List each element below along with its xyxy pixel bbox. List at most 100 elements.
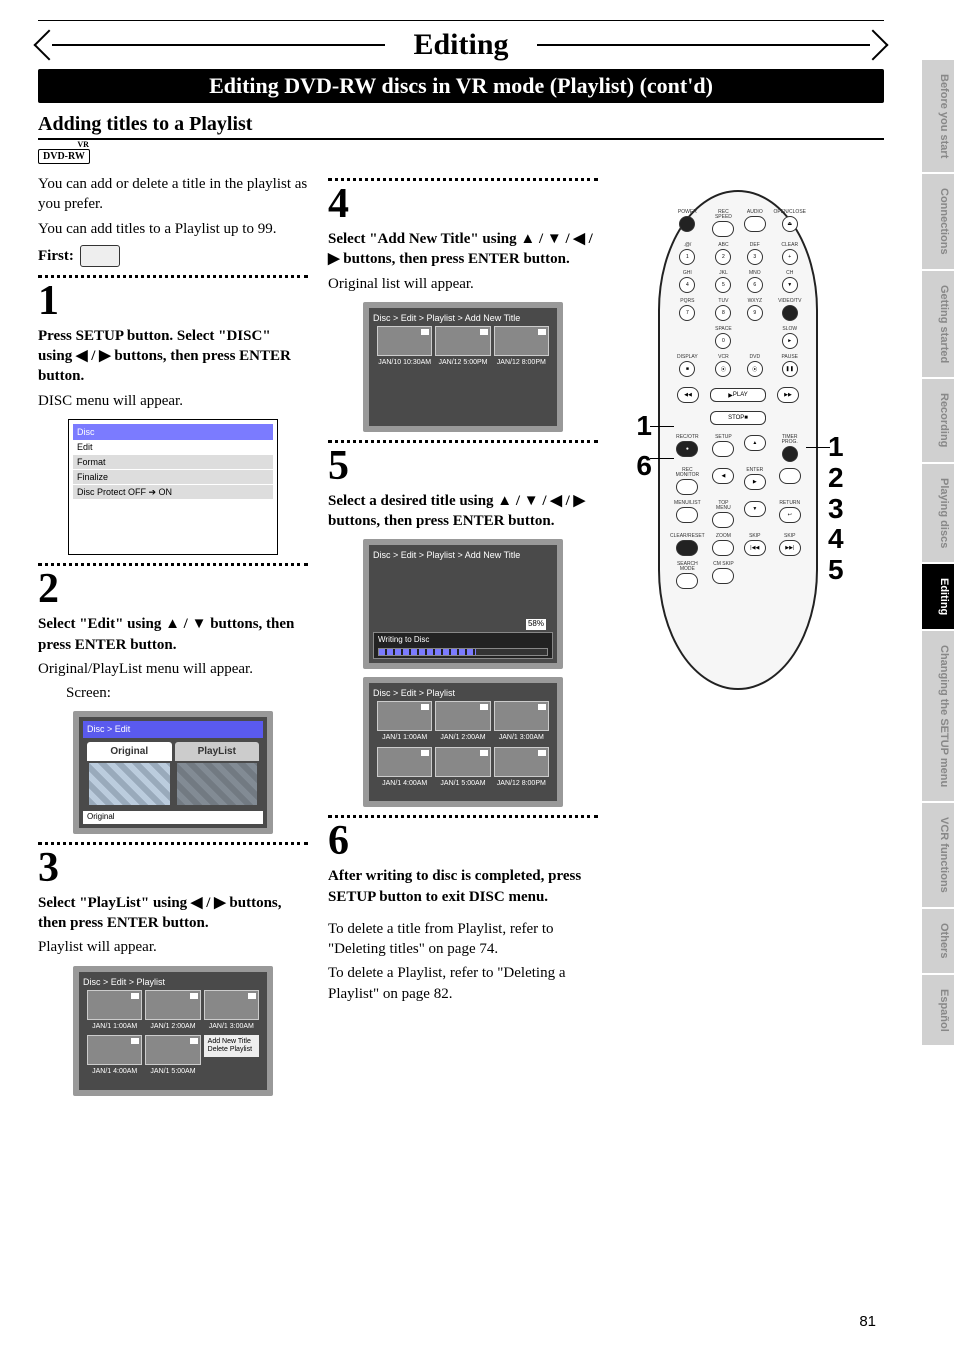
ffwd-button: ▶▶ — [777, 387, 799, 403]
callout-right-3: 3 — [828, 494, 860, 525]
rec-monitor-button — [676, 479, 698, 495]
step-2-body: Original/PlayList menu will appear. — [38, 659, 308, 679]
step-5-head: Select a desired title using ▲ / ▼ / ◀ /… — [328, 493, 585, 529]
writing-pct: 58% — [526, 619, 546, 630]
arrow-right-button — [779, 468, 801, 484]
dvd-button: ⦿ — [747, 361, 763, 377]
osd-disc-item: Disc Protect OFF ➔ ON — [73, 485, 273, 500]
step-4-body: Original list will appear. — [328, 274, 598, 294]
callout-right-4: 4 — [828, 524, 860, 555]
arrow-down-button: ▼ — [744, 501, 766, 517]
remote-control-diagram: 1 6 1 2 3 4 5 POWER REC SP — [658, 190, 818, 690]
step-3-number: 3 — [38, 847, 308, 889]
osd-playlist-screen: Disc > Edit > Playlist JAN/1 1:00AM JAN/… — [73, 966, 273, 1096]
osd-disc-title: Disc — [73, 424, 273, 440]
step-6-body1: To delete a title from Playlist, refer t… — [328, 919, 598, 960]
chapter-header: Editing — [38, 21, 884, 69]
osd-disc-menu: Disc Edit Format Finalize Disc Protect O… — [68, 419, 278, 556]
osd-edit-bread: Disc > Edit — [83, 721, 263, 737]
ch-down-button: ▼ — [782, 277, 798, 293]
side-nav-tabs: Before you start Connections Getting sta… — [922, 60, 954, 1047]
tab-playing-discs[interactable]: Playing discs — [922, 464, 954, 562]
num-7-button: 7 — [679, 305, 695, 321]
step-3-body: Playlist will appear. — [38, 937, 308, 957]
play-button: ▶ PLAY — [710, 388, 766, 402]
step-4-number: 4 — [328, 183, 598, 225]
chevron-left-icon — [33, 29, 64, 60]
display-button: ■ — [679, 361, 695, 377]
step-3-head: Select "PlayList" using ◀ / ▶ buttons, t… — [38, 895, 282, 931]
stop-button: STOP ■ — [710, 411, 766, 425]
rec-otr-button: ● — [676, 441, 698, 457]
dotted-separator — [328, 178, 598, 181]
dotted-separator — [38, 275, 308, 278]
num-1-button: 1 — [679, 249, 695, 265]
open-close-button: ⏏ — [782, 216, 798, 232]
intro-p1: You can add or delete a title in the pla… — [38, 174, 308, 215]
rec-speed-button — [712, 221, 734, 237]
num-0-button: 0 — [715, 333, 731, 349]
dotted-separator — [328, 815, 598, 818]
search-mode-button — [676, 573, 698, 589]
tab-espanol[interactable]: Español — [922, 975, 954, 1046]
num-2-button: 2 — [715, 249, 731, 265]
video-tv-button — [782, 305, 798, 321]
tab-vcr-functions[interactable]: VCR functions — [922, 803, 954, 907]
chevron-right-icon — [857, 29, 888, 60]
sub-header: Editing DVD-RW discs in VR mode (Playlis… — [38, 69, 884, 103]
pause-button: ❚❚ — [782, 361, 798, 377]
power-button — [679, 216, 695, 232]
tab-getting-started[interactable]: Getting started — [922, 271, 954, 377]
osd-disc-item: Edit — [73, 440, 273, 455]
skip-back-button: |◀◀ — [744, 540, 766, 556]
osd-disc-item: Format — [73, 455, 273, 470]
step-1-number: 1 — [38, 280, 308, 322]
page-number: 81 — [859, 1313, 876, 1330]
step-6-number: 6 — [328, 820, 598, 862]
osd-disc-item: Finalize — [73, 470, 273, 485]
step-1-body: DISC menu will appear. — [38, 391, 308, 411]
zoom-button — [712, 540, 734, 556]
num-3-button: 3 — [747, 249, 763, 265]
ch-up-button: + — [782, 249, 798, 265]
step-2-number: 2 — [38, 568, 308, 610]
clear-reset-button — [676, 540, 698, 556]
step-6-body2: To delete a Playlist, refer to "Deleting… — [328, 963, 598, 1004]
first-label: First: — [38, 246, 74, 266]
osd-addnew-bread: Disc > Edit > Playlist > Add New Title — [373, 312, 553, 324]
osd-playlist-bread: Disc > Edit > Playlist — [83, 976, 263, 988]
step-6-head: After writing to disc is completed, pres… — [328, 868, 581, 904]
num-4-button: 4 — [679, 277, 695, 293]
step-2-head: Select "Edit" using ▲ / ▼ buttons, then … — [38, 616, 294, 652]
tab-recording[interactable]: Recording — [922, 379, 954, 461]
osd-tab-playlist: PlayList — [175, 742, 260, 762]
rew-button: ◀◀ — [677, 387, 699, 403]
osd-tab-original: Original — [87, 742, 172, 762]
timer-prog-button — [782, 446, 798, 462]
dotted-separator — [38, 563, 308, 566]
tab-changing-setup-menu[interactable]: Changing the SETUP menu — [922, 631, 954, 801]
cm-skip-button — [712, 568, 734, 584]
tab-others[interactable]: Others — [922, 909, 954, 972]
tab-before-you-start[interactable]: Before you start — [922, 60, 954, 172]
arrow-left-button: ◀ — [712, 468, 734, 484]
vcr-button: ⦿ — [715, 361, 731, 377]
tab-editing[interactable]: Editing — [922, 564, 954, 629]
dotted-separator — [38, 842, 308, 845]
osd-edit-foot: Original — [83, 811, 263, 824]
callout-left-6: 6 — [620, 450, 652, 482]
tab-connections[interactable]: Connections — [922, 174, 954, 269]
audio-button — [744, 216, 766, 232]
chapter-title: Editing — [385, 28, 536, 62]
dvd-logo-icon — [80, 245, 120, 267]
writing-label: Writing to Disc — [378, 635, 429, 644]
right-column: 1 6 1 2 3 4 5 POWER REC SP — [618, 170, 884, 1104]
dotted-separator — [328, 440, 598, 443]
page-content: Editing Editing DVD-RW discs in VR mode … — [38, 20, 884, 1104]
intro-p2: You can add titles to a Playlist up to 9… — [38, 219, 308, 239]
step-2-screen-label: Screen: — [66, 683, 308, 703]
num-9-button: 9 — [747, 305, 763, 321]
num-5-button: 5 — [715, 277, 731, 293]
callout-right-2: 2 — [828, 463, 860, 494]
setup-button — [712, 441, 734, 457]
